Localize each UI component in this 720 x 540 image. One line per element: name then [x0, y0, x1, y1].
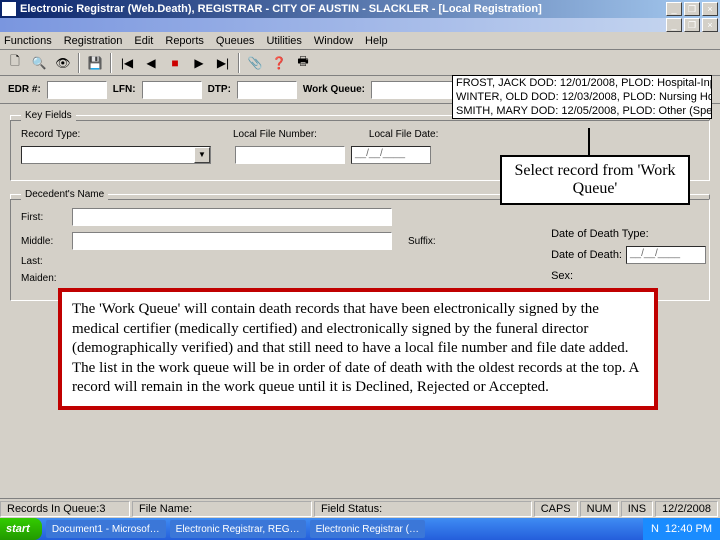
dod-label: Date of Death: [551, 249, 622, 261]
right-panel: Date of Death Type: Date of Death: __/__… [551, 228, 706, 288]
maiden-label: Maiden: [21, 273, 66, 284]
middle-input[interactable] [72, 232, 392, 250]
field-status-cell: Field Status: [314, 501, 532, 517]
titlebar: Electronic Registrar (Web.Death), REGIST… [0, 0, 720, 18]
callout-work-queue-explanation: The 'Work Queue' will contain death reco… [58, 288, 658, 410]
menu-help[interactable]: Help [365, 35, 388, 47]
file-name-cell: File Name: [132, 501, 312, 517]
edr-label: EDR #: [8, 84, 41, 95]
window-title: Electronic Registrar (Web.Death), REGIST… [20, 3, 666, 15]
dtp-input[interactable] [237, 81, 297, 99]
lfn-label: LFN: [113, 84, 136, 95]
num-indicator: NUM [580, 501, 619, 517]
work-queue-label: Work Queue: [303, 84, 365, 95]
taskbar-item[interactable]: Electronic Registrar (… [310, 520, 425, 538]
record-type-label: Record Type: [21, 129, 91, 140]
records-in-queue: Records In Queue:3 [0, 501, 130, 517]
decedent-legend: Decedent's Name [21, 189, 108, 200]
taskbar-item[interactable]: Electronic Registrar, REG… [170, 520, 306, 538]
work-queue-item[interactable]: WINTER, OLD DOD: 12/03/2008, PLOD: Nursi… [453, 90, 711, 104]
last-record-icon[interactable]: ▶| [212, 52, 234, 74]
toolbar-separator [110, 53, 112, 73]
status-date: 12/2/2008 [655, 501, 718, 517]
dod-type-label: Date of Death Type: [551, 228, 649, 240]
tray-clock: 12:40 PM [665, 523, 712, 535]
mdi-maximize-button[interactable]: ❐ [684, 18, 700, 32]
toolbar-separator [238, 53, 240, 73]
system-tray: N 12:40 PM [643, 518, 720, 540]
start-button[interactable]: start [0, 518, 42, 540]
local-file-number-label: Local File Number: [233, 129, 317, 140]
ins-indicator: INS [621, 501, 653, 517]
prev-record-icon[interactable]: ◀ [140, 52, 162, 74]
next-record-icon[interactable]: ▶ [188, 52, 210, 74]
app-icon [2, 2, 16, 16]
key-fields-legend: Key Fields [21, 110, 76, 121]
caps-indicator: CAPS [534, 501, 578, 517]
first-record-icon[interactable]: |◀ [116, 52, 138, 74]
record-type-combo[interactable]: ▼ [21, 146, 211, 164]
close-button[interactable]: × [702, 2, 718, 16]
menu-functions[interactable]: Functions [4, 35, 52, 47]
maximize-button[interactable]: ❐ [684, 2, 700, 16]
print-icon[interactable]: 🖶 [292, 52, 314, 74]
menu-edit[interactable]: Edit [134, 35, 153, 47]
toolbar: 🗋 🔍 👁 💾 |◀ ◀ ■ ▶ ▶| 📎 ❓ 🖶 [0, 50, 720, 76]
mdi-titlebar: _ ❐ × [0, 18, 720, 32]
taskbar-item[interactable]: Document1 - Microsof… [46, 520, 166, 538]
toolbar-separator [78, 53, 80, 73]
suffix-label: Suffix: [408, 236, 448, 247]
menu-registration[interactable]: Registration [64, 35, 123, 47]
statusbar: Records In Queue:3 File Name: Field Stat… [0, 498, 720, 518]
mdi-minimize-button[interactable]: _ [666, 18, 682, 32]
last-label: Last: [21, 256, 66, 267]
new-icon[interactable]: 🗋 [4, 52, 26, 74]
work-queue-list: FROST, JACK DOD: 12/01/2008, PLOD: Hospi… [452, 75, 712, 119]
help-icon[interactable]: ❓ [268, 52, 290, 74]
tray-icon[interactable]: N [651, 523, 659, 535]
search-icon[interactable]: 🔍 [28, 52, 50, 74]
dod-input[interactable]: __/__/____ [626, 246, 706, 264]
work-queue-item[interactable]: SMITH, MARY DOD: 12/05/2008, PLOD: Other… [453, 104, 711, 118]
menu-window[interactable]: Window [314, 35, 353, 47]
attach-icon[interactable]: 📎 [244, 52, 266, 74]
mdi-close-button[interactable]: × [702, 18, 718, 32]
work-queue-item[interactable]: FROST, JACK DOD: 12/01/2008, PLOD: Hospi… [453, 76, 711, 90]
menu-queues[interactable]: Queues [216, 35, 255, 47]
minimize-button[interactable]: _ [666, 2, 682, 16]
menubar: Functions Registration Edit Reports Queu… [0, 32, 720, 50]
taskbar: start Document1 - Microsof… Electronic R… [0, 518, 720, 540]
menu-utilities[interactable]: Utilities [266, 35, 301, 47]
chevron-down-icon[interactable]: ▼ [194, 147, 210, 163]
middle-label: Middle: [21, 236, 66, 247]
edr-input[interactable] [47, 81, 107, 99]
local-file-date-input[interactable]: __/__/____ [351, 146, 431, 164]
save-icon[interactable]: 💾 [84, 52, 106, 74]
lfn-input[interactable] [142, 81, 202, 99]
local-file-number-input[interactable] [235, 146, 345, 164]
callout-select-record: Select record from 'Work Queue' [500, 155, 690, 205]
sex-label: Sex: [551, 270, 573, 282]
stop-icon[interactable]: ■ [164, 52, 186, 74]
local-file-date-label: Local File Date: [369, 129, 439, 140]
first-label: First: [21, 212, 66, 223]
binoculars-icon[interactable]: 👁 [52, 52, 74, 74]
first-input[interactable] [72, 208, 392, 226]
menu-reports[interactable]: Reports [165, 35, 204, 47]
callout-connector [588, 128, 590, 158]
dtp-label: DTP: [208, 84, 231, 95]
